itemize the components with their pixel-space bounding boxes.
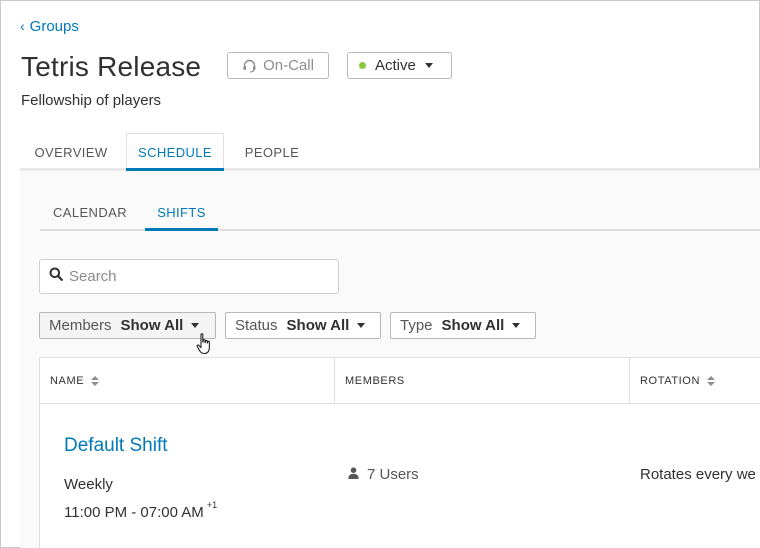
tab-shifts[interactable]: SHIFTS (145, 193, 218, 231)
shifts-table: NAME MEMBERS ROTATION Default Shift Week… (39, 357, 760, 548)
status-dropdown[interactable]: Active (347, 52, 452, 79)
group-subtitle: Fellowship of players (21, 92, 162, 109)
shift-frequency: Weekly (64, 476, 113, 493)
column-header-name[interactable]: NAME (40, 358, 335, 404)
search-icon (49, 267, 63, 286)
column-header-rotation[interactable]: ROTATION (630, 358, 760, 404)
tab-people[interactable]: PEOPLE (230, 133, 314, 171)
breadcrumb-groups-link[interactable]: ‹ Groups (20, 18, 79, 35)
shift-time-suffix: +1 (206, 500, 218, 510)
column-header-members: MEMBERS (335, 358, 630, 404)
status-dot-icon (359, 62, 366, 69)
column-header-rotation-label: ROTATION (640, 375, 700, 387)
main-tabs: OVERVIEW SCHEDULE PEOPLE (20, 133, 760, 171)
caret-down-icon (191, 323, 200, 328)
shift-time: 11:00 PM - 07:00 AM +1 (64, 500, 218, 521)
members-filter[interactable]: Members Show All (39, 312, 216, 339)
shift-time-range: 11:00 PM - 07:00 AM (64, 504, 204, 521)
caret-down-icon (512, 323, 521, 328)
headset-icon (242, 59, 257, 73)
shift-name-link[interactable]: Default Shift (64, 435, 168, 457)
chevron-left-icon: ‹ (20, 18, 25, 34)
search-box[interactable] (39, 259, 339, 294)
on-call-label: On-Call (263, 57, 314, 74)
status-filter[interactable]: Status Show All (225, 312, 381, 339)
type-filter[interactable]: Type Show All (390, 312, 536, 339)
user-icon (348, 466, 359, 483)
status-label: Active (375, 57, 416, 74)
table-header: NAME MEMBERS ROTATION (40, 358, 760, 404)
members-filter-value: Show All (120, 317, 184, 334)
breadcrumb-label: Groups (29, 18, 79, 35)
search-input[interactable] (69, 268, 319, 285)
tab-calendar[interactable]: CALENDAR (40, 193, 140, 231)
shift-members-count: 7 Users (367, 466, 419, 483)
type-filter-value: Show All (441, 317, 505, 334)
sort-icon (707, 376, 715, 386)
on-call-button[interactable]: On-Call (227, 52, 329, 79)
caret-down-icon (357, 323, 366, 328)
page-title: Tetris Release (21, 51, 202, 82)
column-header-members-label: MEMBERS (345, 375, 405, 387)
tab-overview[interactable]: OVERVIEW (20, 133, 122, 171)
type-filter-label: Type (400, 317, 433, 334)
hand-pointer-icon (196, 333, 214, 360)
column-header-name-label: NAME (50, 375, 85, 387)
caret-down-icon (424, 63, 433, 68)
schedule-subtabs: CALENDAR SHIFTS (40, 193, 760, 231)
shift-members[interactable]: 7 Users (348, 466, 419, 483)
status-filter-label: Status (235, 317, 278, 334)
sort-icon (91, 376, 100, 386)
members-filter-label: Members (49, 317, 112, 334)
shift-rotation: Rotates every we (640, 466, 756, 483)
tab-schedule[interactable]: SCHEDULE (126, 133, 224, 171)
status-filter-value: Show All (286, 317, 350, 334)
